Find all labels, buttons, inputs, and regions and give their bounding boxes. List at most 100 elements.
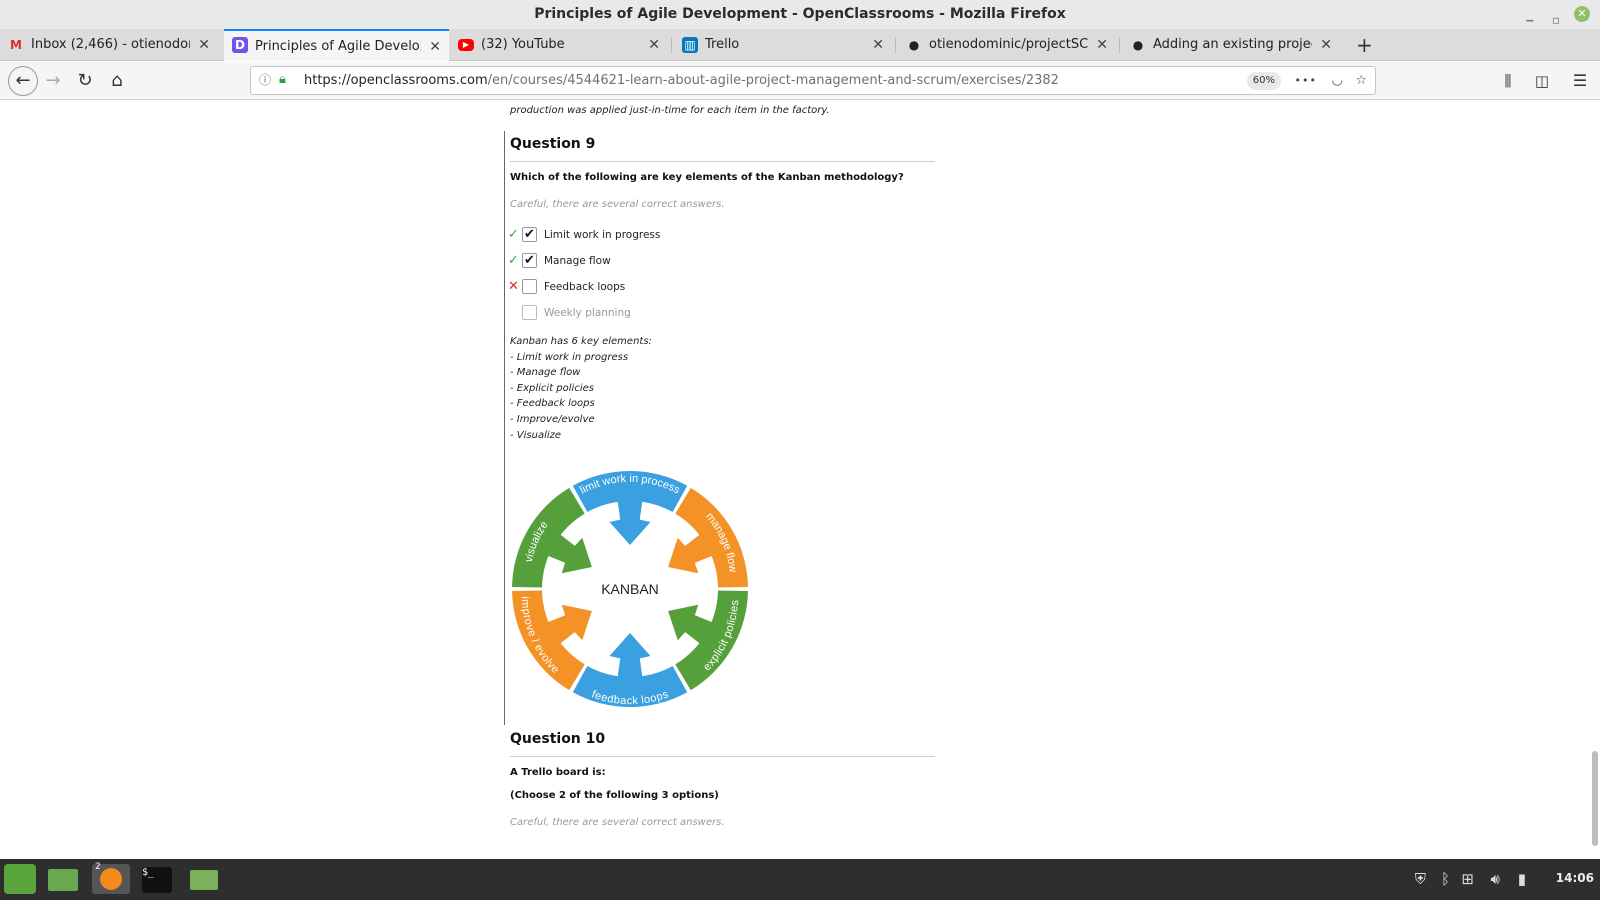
- shield-icon[interactable]: ⛨: [1415, 870, 1426, 888]
- explanation-line: - Manage flow: [510, 367, 581, 379]
- question-10-hint: Careful, there are several correct answe…: [510, 817, 725, 828]
- page-scrollbar[interactable]: [1592, 751, 1598, 846]
- divider: [510, 161, 935, 162]
- question-9-hint: Careful, there are several correct answe…: [510, 199, 725, 210]
- explanation-line: - Explicit policies: [510, 382, 594, 394]
- menu-icon[interactable]: ☰: [1568, 69, 1592, 93]
- tab-separator: [671, 37, 672, 53]
- close-tab-icon[interactable]: ✕: [872, 29, 884, 61]
- firefox-taskbar-button[interactable]: 2: [92, 862, 130, 894]
- question-10-subtext: (Choose 2 of the following 3 options): [510, 790, 719, 801]
- explanation-line: Kanban has 6 key elements:: [510, 336, 652, 347]
- tab-trello[interactable]: ▥ Trello ✕: [674, 29, 892, 61]
- window-title: Principles of Agile Development - OpenCl…: [534, 6, 1066, 22]
- volume-icon[interactable]: 🔊︎: [1491, 870, 1500, 888]
- github-icon: ●: [1132, 38, 1144, 52]
- terminal-icon[interactable]: $_: [142, 867, 172, 893]
- checkbox[interactable]: ✔: [522, 253, 537, 268]
- openclassrooms-icon: D: [232, 37, 248, 53]
- window-titlebar: Principles of Agile Development - OpenCl…: [0, 0, 1600, 29]
- gmail-icon: M: [10, 38, 22, 52]
- kanban-center-label: KANBAN: [601, 581, 659, 597]
- new-tab-button[interactable]: +: [1356, 33, 1373, 57]
- pocket-icon[interactable]: ◡: [1332, 67, 1343, 94]
- option-label: Feedback loops: [544, 281, 626, 293]
- tab-label: Adding an existing project to: [1153, 37, 1312, 52]
- question-10-text: A Trello board is:: [510, 767, 606, 778]
- library-icon[interactable]: ⫼: [1496, 69, 1520, 93]
- checkbox[interactable]: [522, 279, 537, 294]
- reload-button[interactable]: ↻: [73, 69, 97, 93]
- bluetooth-icon[interactable]: ᛒ: [1441, 870, 1450, 888]
- option-label: Weekly planning: [544, 307, 631, 319]
- divider: [510, 756, 935, 757]
- tab-label: otienodominic/projectSCRUM: [929, 37, 1088, 52]
- option-label: Manage flow: [544, 255, 611, 267]
- system-taskbar: 2 $_ ⛨ ᛒ ⊞ 🔊︎ ▮ 14:06: [0, 859, 1600, 900]
- url-domain: https://openclassrooms.com: [304, 73, 488, 88]
- url-bar[interactable]: ⓘ 🔒︎ https://openclassrooms.com/en/cours…: [250, 66, 1376, 95]
- tab-github-projectscrum[interactable]: ● otienodominic/projectSCRUM ✕: [898, 29, 1116, 61]
- url-text[interactable]: https://openclassrooms.com/en/courses/45…: [304, 67, 1059, 94]
- correct-check-icon: ✓: [508, 253, 519, 268]
- tab-label: Principles of Agile Developme: [255, 39, 421, 54]
- tab-separator: [895, 37, 896, 53]
- mint-menu-icon[interactable]: [4, 864, 36, 894]
- firefox-icon: [100, 868, 122, 890]
- close-tab-icon[interactable]: ✕: [648, 29, 660, 61]
- question-9-explanation: Kanban has 6 key elements: - Limit work …: [510, 334, 652, 443]
- trello-icon: ▥: [682, 37, 698, 53]
- ring-segment-manage-flow: [675, 487, 748, 588]
- explanation-line: - Limit work in progress: [510, 351, 629, 363]
- tab-label: Inbox (2,466) - otienodominic: [31, 37, 190, 52]
- github-icon: ●: [908, 38, 920, 52]
- home-button[interactable]: ⌂: [105, 69, 129, 93]
- close-tab-icon[interactable]: ✕: [1096, 29, 1108, 61]
- close-tab-icon[interactable]: ✕: [198, 29, 210, 61]
- info-icon[interactable]: ⓘ: [259, 67, 271, 94]
- forward-button[interactable]: →: [41, 69, 65, 93]
- back-button[interactable]: ←: [8, 66, 38, 96]
- arrow-limit-wip: [609, 497, 651, 545]
- battery-icon[interactable]: ▮: [1518, 870, 1526, 888]
- lock-icon: 🔒︎: [279, 72, 286, 87]
- tab-gmail[interactable]: M Inbox (2,466) - otienodominic ✕: [0, 29, 218, 61]
- correct-check-icon: ✓: [508, 227, 519, 242]
- tab-label: Trello: [705, 37, 740, 52]
- tab-github-existing-project[interactable]: ● Adding an existing project to ✕: [1122, 29, 1340, 61]
- show-desktop-icon[interactable]: [48, 869, 78, 891]
- navigation-toolbar: ← → ↻ ⌂ ⓘ 🔒︎ https://openclassrooms.com/…: [0, 62, 1600, 100]
- files-icon[interactable]: [190, 870, 218, 890]
- clock[interactable]: 14:06: [1556, 871, 1594, 885]
- page-content: production was applied just-in-time for …: [0, 101, 1600, 859]
- close-tab-icon[interactable]: ✕: [1320, 29, 1332, 61]
- explanation-line: - Visualize: [510, 429, 562, 441]
- arrow-feedback-loops: [609, 633, 651, 681]
- explanation-line: - Feedback loops: [510, 398, 595, 410]
- youtube-icon: ▶: [458, 39, 474, 51]
- question-10-title: Question 10: [510, 731, 606, 747]
- checkbox[interactable]: ✔: [522, 227, 537, 242]
- close-window-button[interactable]: ✕: [1574, 6, 1590, 22]
- answer-border: [504, 131, 505, 725]
- explanation-line: - Improve/evolve: [510, 413, 595, 425]
- question-9-title: Question 9: [510, 136, 596, 152]
- url-path: /en/courses/4544621-learn-about-agile-pr…: [487, 73, 1059, 88]
- ring-segment-visualize: [512, 487, 585, 588]
- checkbox[interactable]: [522, 305, 537, 320]
- bookmark-star-icon[interactable]: ☆: [1355, 67, 1367, 94]
- tab-separator: [1119, 37, 1120, 53]
- option-label: Limit work in progress: [544, 229, 661, 241]
- zoom-level[interactable]: 60%: [1246, 72, 1281, 90]
- previous-explanation-text: production was applied just-in-time for …: [510, 105, 830, 116]
- page-actions-icon[interactable]: •••: [1295, 67, 1317, 94]
- kanban-diagram: limit work in process manage flow explic…: [512, 471, 748, 707]
- network-icon[interactable]: ⊞: [1461, 870, 1474, 888]
- sidebar-icon[interactable]: ◫: [1530, 69, 1554, 93]
- tab-youtube[interactable]: ▶ (32) YouTube ✕: [450, 29, 668, 61]
- tab-label: (32) YouTube: [481, 37, 565, 52]
- window-count-badge: 2: [95, 862, 101, 872]
- tab-openclassrooms[interactable]: D Principles of Agile Developme ✕: [224, 29, 449, 61]
- wrong-x-icon: ✕: [508, 279, 519, 294]
- close-tab-icon[interactable]: ✕: [429, 31, 441, 61]
